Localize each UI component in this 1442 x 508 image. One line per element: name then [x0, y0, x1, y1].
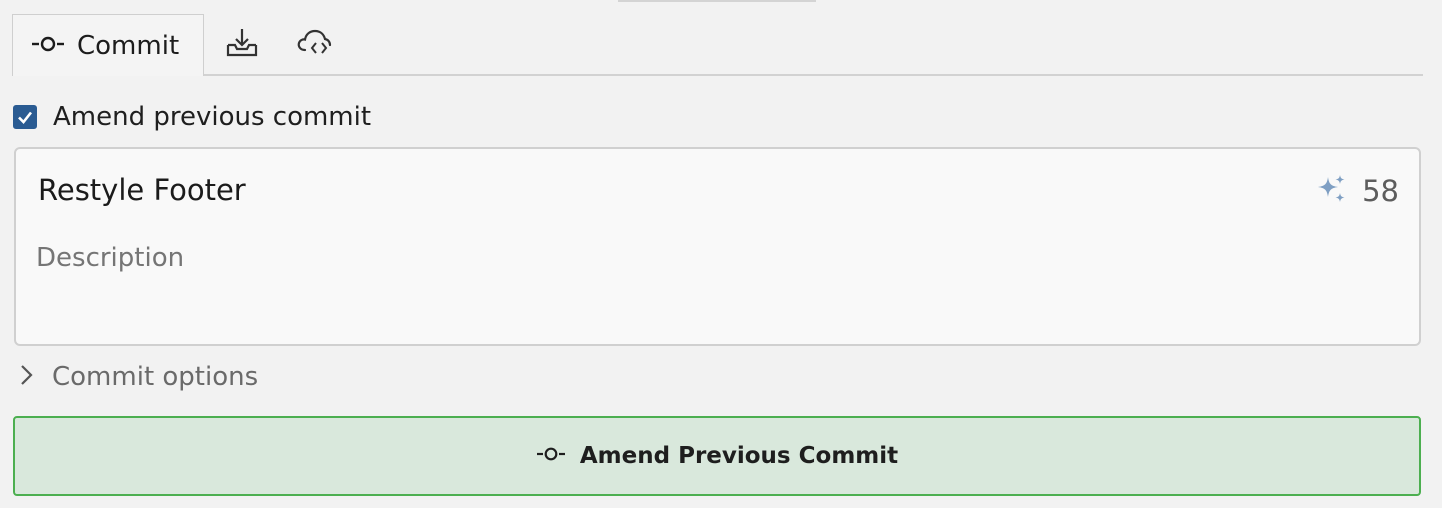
commit-description-input[interactable]: Description — [36, 243, 184, 273]
amend-checkbox-row[interactable]: Amend previous commit — [13, 100, 371, 134]
commit-summary-input[interactable]: Restyle Footer — [38, 173, 246, 207]
chevron-right-icon — [18, 363, 34, 391]
tab-incoming[interactable] — [210, 14, 274, 76]
checkmark-icon — [18, 111, 33, 124]
resize-handle[interactable] — [618, 0, 816, 2]
amend-commit-button-label: Amend Previous Commit — [579, 443, 899, 469]
commit-options-label: Commit options — [52, 362, 259, 392]
inbox-download-icon — [225, 27, 259, 63]
commit-icon — [536, 446, 566, 466]
amend-commit-button[interactable]: Amend Previous Commit — [13, 416, 1421, 496]
tab-cloud[interactable] — [282, 14, 346, 76]
commit-options-toggle[interactable]: Commit options — [18, 360, 258, 394]
commit-panel: Commit Amend previous commit Restyle Foo… — [0, 0, 1442, 508]
amend-checkbox[interactable] — [13, 105, 37, 129]
summary-status: 58 — [1316, 173, 1399, 209]
tab-commit-label: Commit — [77, 30, 180, 61]
commit-message-box[interactable]: Restyle Footer 58 Description — [14, 147, 1421, 346]
tab-bar: Commit — [12, 14, 1423, 76]
sparkle-icon[interactable] — [1316, 173, 1348, 209]
amend-checkbox-label: Amend previous commit — [53, 102, 372, 132]
cloud-code-icon — [296, 28, 332, 62]
char-count: 58 — [1362, 174, 1399, 208]
tab-commit[interactable]: Commit — [12, 14, 204, 76]
commit-icon — [31, 35, 65, 57]
